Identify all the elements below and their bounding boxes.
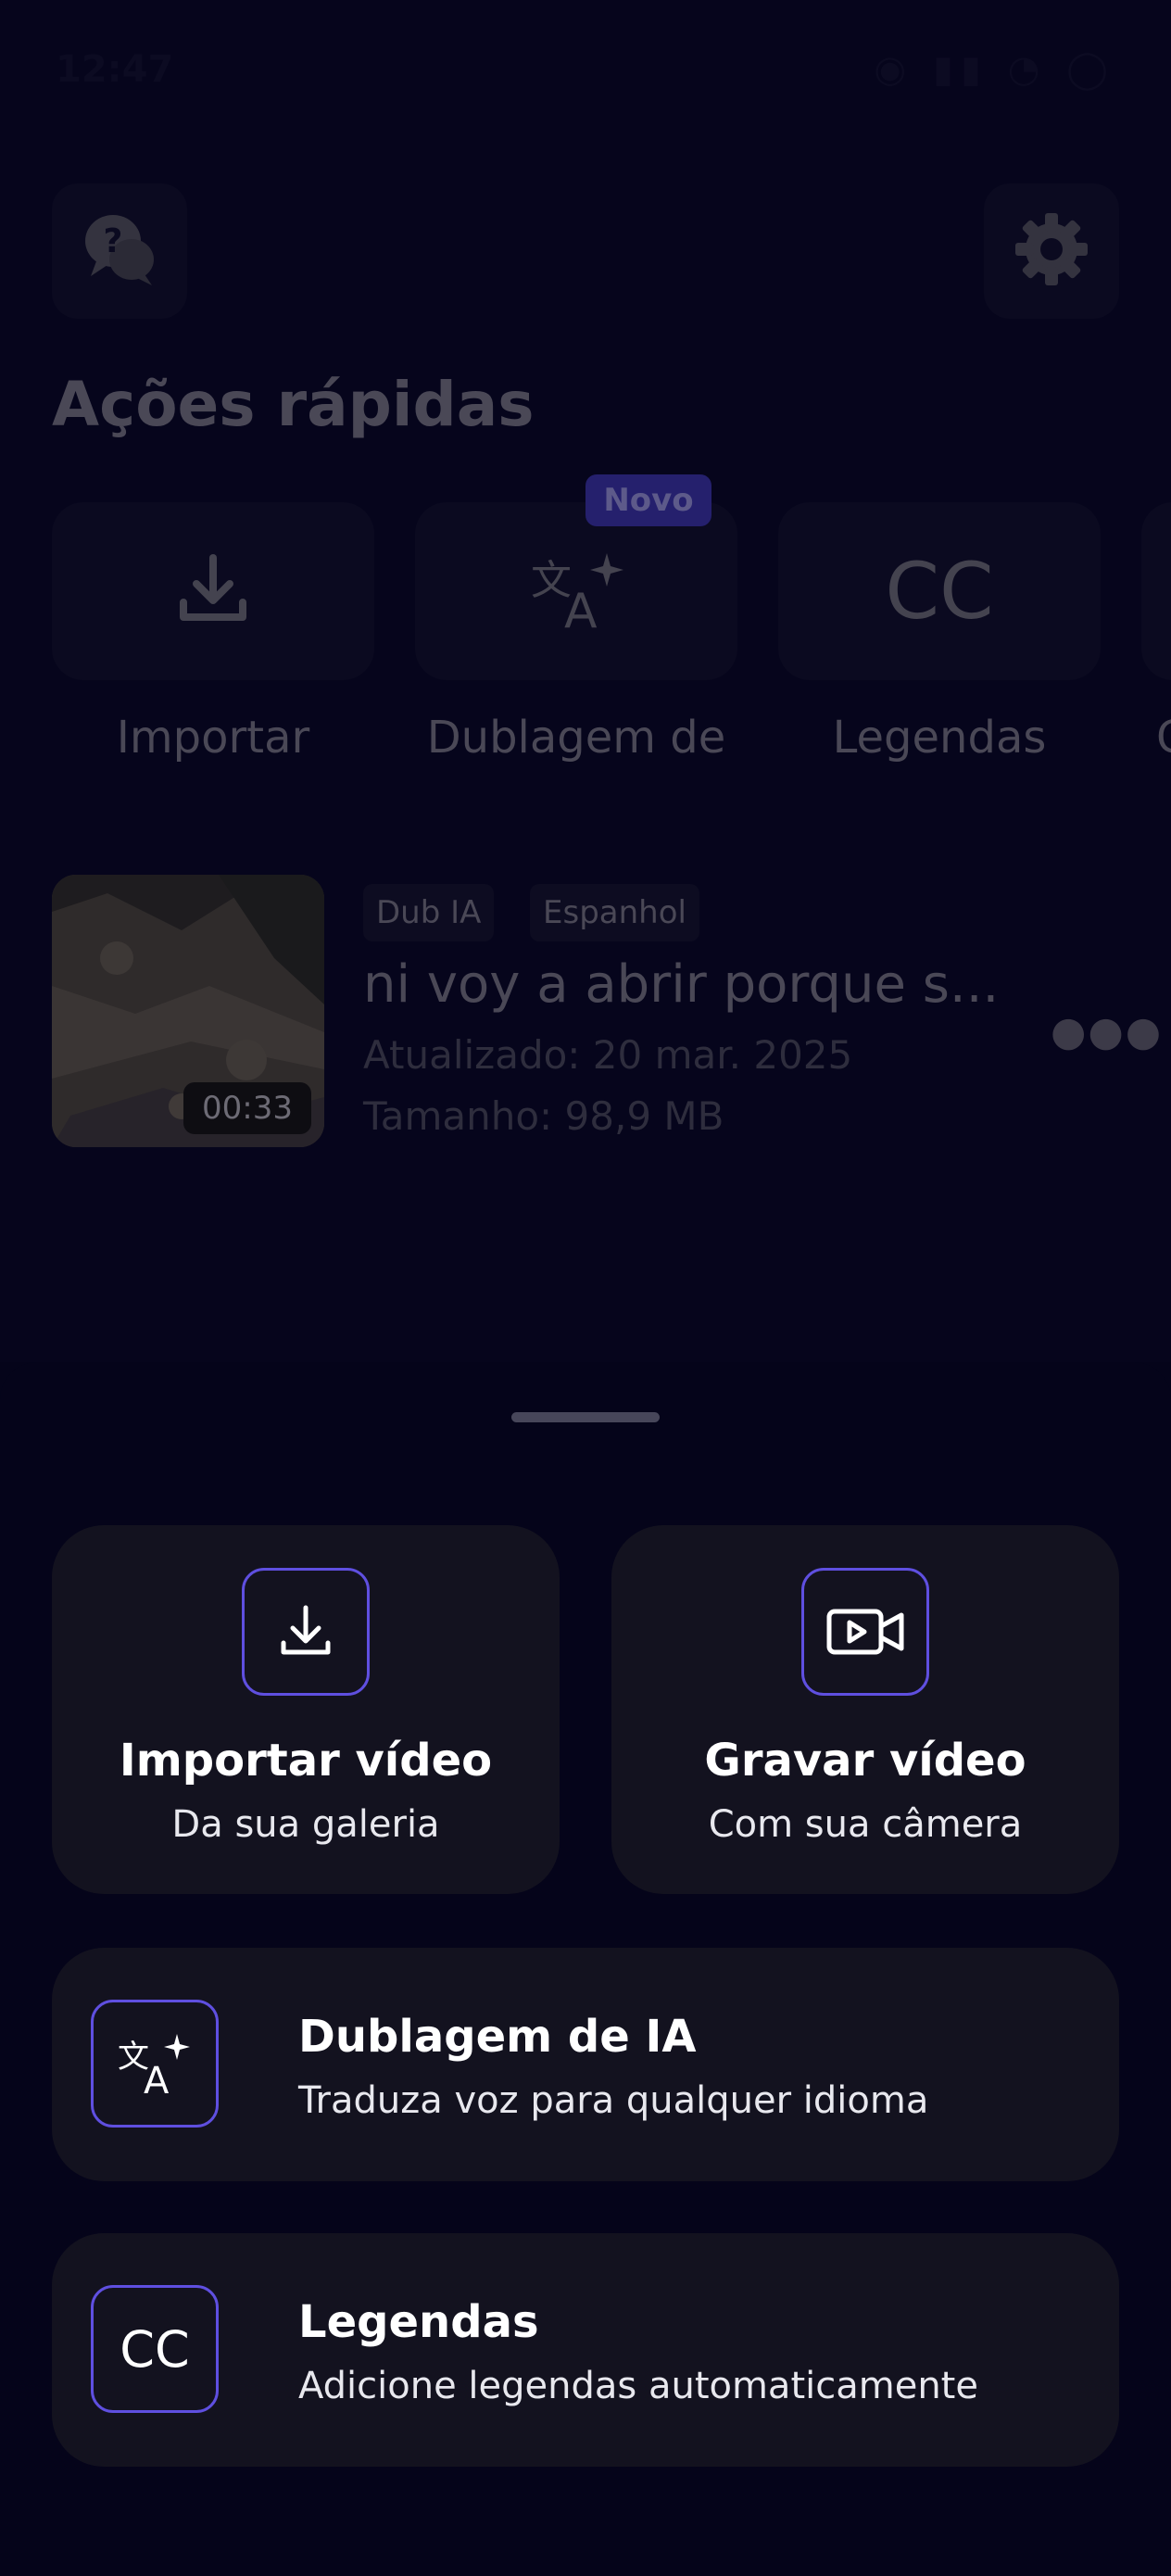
settings-button[interactable] xyxy=(984,183,1119,319)
project-title[interactable]: ni voy a abrir porque s... xyxy=(363,954,999,1015)
quick-action-dub[interactable]: 文 A xyxy=(415,502,737,680)
status-time: 12:47 xyxy=(56,48,174,91)
cc-icon: CC xyxy=(885,546,994,637)
ai-dub-title: Dublagem de IA xyxy=(298,2011,697,2063)
tag-dub-ia: Dub IA xyxy=(363,884,495,941)
quick-action-captions[interactable]: CC xyxy=(778,502,1101,680)
tag-language: Espanhol xyxy=(530,884,699,941)
cc-icon-text: CC xyxy=(120,2319,190,2379)
quick-action-dub-label: Dublagem de xyxy=(426,712,726,764)
captions-card[interactable]: CC Legendas Adicione legendas automatica… xyxy=(52,2233,1119,2467)
sheet-drag-handle[interactable] xyxy=(511,1412,660,1422)
ai-dub-card[interactable]: 文 A Dublagem de IA Traduza voz para qual… xyxy=(52,1948,1119,2181)
record-video-subtitle: Com sua câmera xyxy=(708,1803,1023,1846)
svg-text:?: ? xyxy=(104,222,123,260)
help-button[interactable]: ? xyxy=(52,183,187,319)
import-video-title: Importar vídeo xyxy=(119,1735,493,1787)
quick-action-captions-label: Legendas xyxy=(832,712,1047,764)
translate-sparkle-icon: 文 A xyxy=(91,2000,219,2128)
cc-icon: CC xyxy=(91,2285,219,2413)
quick-action-import-label: Importar xyxy=(116,712,310,764)
new-badge: Novo xyxy=(586,474,711,526)
record-video-card[interactable]: Gravar vídeo Com sua câmera xyxy=(611,1525,1119,1894)
status-icons: ◉ ▮▮ ◔ ◯ xyxy=(874,48,1115,91)
home-screen-dimmed: 12:47 ◉ ▮▮ ◔ ◯ ? Ações rápidas 文 A Novo … xyxy=(0,0,1171,1362)
help-chat-icon: ? xyxy=(78,208,161,295)
record-video-title: Gravar vídeo xyxy=(704,1735,1026,1787)
download-icon xyxy=(242,1568,370,1696)
gear-icon xyxy=(1010,208,1093,295)
project-size: Tamanho: 98,9 MB xyxy=(363,1093,724,1139)
quick-action-import[interactable] xyxy=(52,502,374,680)
project-thumbnail[interactable]: 00:33 xyxy=(52,875,324,1147)
captions-subtitle: Adicione legendas automaticamente xyxy=(298,2365,978,2407)
import-video-subtitle: Da sua galeria xyxy=(171,1803,440,1846)
svg-text:A: A xyxy=(144,2060,170,2097)
more-horizontal-icon[interactable]: ●●● xyxy=(1051,1008,1163,1055)
section-title-quick-actions: Ações rápidas xyxy=(52,369,535,440)
import-video-card[interactable]: Importar vídeo Da sua galeria xyxy=(52,1525,560,1894)
translate-sparkle-icon: 文 A xyxy=(525,548,627,639)
video-duration: 00:33 xyxy=(183,1082,311,1134)
bottom-sheet: Importar vídeo Da sua galeria Gravar víd… xyxy=(0,1362,1171,2576)
ai-dub-subtitle: Traduza voz para qualquer idioma xyxy=(298,2079,929,2122)
captions-title: Legendas xyxy=(298,2296,539,2348)
quick-action-more-label: G xyxy=(1156,712,1171,764)
download-icon xyxy=(174,550,252,632)
quick-action-more[interactable] xyxy=(1141,502,1171,680)
video-camera-icon xyxy=(801,1568,929,1696)
project-updated: Atualizado: 20 mar. 2025 xyxy=(363,1032,853,1078)
svg-text:A: A xyxy=(564,584,598,631)
